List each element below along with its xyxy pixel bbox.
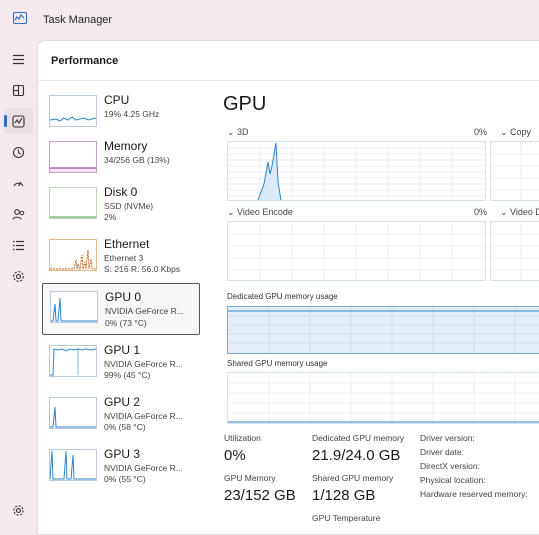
gpu-memory-label: GPU Memory (224, 473, 276, 483)
menu-button[interactable] (4, 46, 33, 72)
task-manager-icon (13, 12, 27, 24)
details-icon (13, 240, 24, 250)
driver-date-label: Driver date: (420, 447, 464, 457)
engine-label: Video Encode (237, 207, 293, 217)
users-button[interactable] (4, 201, 33, 227)
settings-button[interactable] (4, 497, 33, 523)
gpu-detail-title: GPU (223, 93, 267, 115)
sidebar-item-detail: S: 216 R: 56.0 Kbps (104, 264, 181, 274)
sidebar-item-disk-0[interactable]: Disk 0 SSD (NVMe) 2% (42, 183, 200, 227)
sidebar-item-name: Memory (104, 139, 148, 153)
sidebar-item-detail: NVIDIA GeForce R... (104, 411, 183, 421)
sidebar-item-gpu-3[interactable]: GPU 3 NVIDIA GeForce R... 0% (55 °C) (42, 445, 200, 489)
memory-thumbnail-graph (49, 141, 97, 173)
hardware-reserved-memory-label: Hardware reserved memory: (420, 489, 528, 499)
settings-icon (13, 504, 24, 516)
sidebar-item-detail: NVIDIA GeForce R... (104, 359, 183, 369)
dedicated-memory-label: Dedicated GPU memory (312, 433, 405, 443)
cpu-thumbnail-graph (49, 95, 97, 127)
sidebar-item-memory[interactable]: Memory 34/256 GB (13%) (42, 137, 200, 181)
driver-version-label: Driver version: (420, 433, 475, 443)
sidebar-item-detail: 0% (58 °C) (104, 422, 146, 432)
app-history-button[interactable] (4, 139, 33, 165)
sidebar-item-detail: 0% (55 °C) (104, 474, 146, 484)
sidebar-item-name: GPU 2 (104, 395, 141, 409)
sidebar-item-name: GPU 1 (104, 343, 141, 357)
shared-memory-value: 1/128 GB (312, 487, 376, 504)
shared-memory-graph-label: Shared GPU memory usage (227, 359, 328, 368)
sidebar-item-detail: 2% (104, 212, 117, 222)
physical-location-label: Physical location: (420, 475, 486, 485)
engine-video-encode-graph (227, 221, 486, 281)
directx-version-label: DirectX version: (420, 461, 480, 471)
navigation-rail (0, 40, 37, 529)
sidebar-item-name: GPU 0 (105, 290, 142, 304)
dedicated-memory-graph-label: Dedicated GPU memory usage (227, 292, 338, 301)
sidebar-item-name: Ethernet (104, 237, 150, 251)
sidebar-item-detail: 19% 4.25 GHz (104, 109, 160, 119)
gpu-temperature-label: GPU Temperature (312, 513, 381, 523)
engine-copy-graph (490, 141, 539, 201)
ethernet-thumbnail-graph (49, 239, 97, 271)
sidebar-item-detail: 99% (45 °C) (104, 370, 151, 380)
page-title: Performance (51, 55, 119, 67)
gpu-3-thumbnail-graph (49, 449, 97, 481)
disk-thumbnail-graph (49, 187, 97, 219)
shared-memory-label: Shared GPU memory (312, 473, 394, 483)
gpu-memory-value: 23/152 GB (224, 487, 296, 504)
engine-3d-graph (227, 141, 486, 201)
dedicated-memory-value: 21.9/24.0 GB (312, 447, 401, 464)
sidebar-item-detail: 0% (73 °C) (105, 318, 147, 328)
utilization-value: 0% (224, 447, 246, 464)
engine-label: Video D (510, 207, 539, 217)
users-icon (11, 208, 24, 220)
sidebar-item-detail: SSD (NVMe) (104, 201, 154, 211)
engine-label: Copy (510, 127, 532, 137)
sidebar-item-detail: Ethernet 3 (104, 253, 144, 263)
processes-button[interactable] (4, 77, 33, 103)
sidebar-item-detail: NVIDIA GeForce R... (104, 463, 183, 473)
sidebar-item-name: Disk 0 (104, 185, 138, 199)
sidebar-item-cpu[interactable]: CPU 19% 4.25 GHz (42, 91, 200, 135)
engine-copy-dropdown[interactable]: ⌄ Copy (500, 127, 531, 138)
details-button[interactable] (4, 232, 33, 258)
engine-percent: 0% (474, 127, 488, 137)
processes-icon (12, 84, 25, 96)
sidebar-item-gpu-1[interactable]: GPU 1 NVIDIA GeForce R... 99% (45 °C) (42, 341, 200, 385)
sidebar-item-ethernet[interactable]: Ethernet Ethernet 3 S: 216 R: 56.0 Kbps (42, 235, 200, 279)
gpu-1-thumbnail-graph (49, 345, 97, 377)
startup-apps-button[interactable] (4, 170, 33, 196)
engine-percent: 0% (474, 207, 488, 217)
menu-icon (13, 54, 24, 64)
engine-label: 3D (237, 127, 249, 137)
header-divider (38, 80, 539, 81)
performance-icon (12, 114, 25, 128)
engine-video-encode-dropdown[interactable]: ⌄ Video Encode (227, 207, 293, 218)
startup-apps-icon (13, 181, 24, 186)
app-history-icon (12, 146, 25, 158)
sidebar-item-gpu-2[interactable]: GPU 2 NVIDIA GeForce R... 0% (58 °C) (42, 393, 200, 437)
shared-memory-graph (227, 372, 539, 424)
services-icon (13, 270, 24, 282)
gpu-2-thumbnail-graph (49, 397, 97, 429)
dedicated-memory-graph (227, 306, 539, 354)
window-title: Task Manager (43, 14, 113, 26)
sidebar-item-detail: 34/256 GB (13%) (104, 155, 170, 165)
engine-video-decode-dropdown[interactable]: ⌄ Video D (500, 207, 539, 218)
performance-button[interactable] (4, 108, 33, 134)
main-panel: Performance CPU 19% 4.25 GHz Memory 34/2… (37, 40, 539, 535)
engine-video-decode-graph (490, 221, 539, 281)
title-bar: Task Manager (0, 0, 539, 40)
engine-3d-dropdown[interactable]: ⌄ 3D (227, 127, 249, 138)
sidebar-item-detail: NVIDIA GeForce R... (105, 306, 184, 316)
services-button[interactable] (4, 263, 33, 289)
sidebar-item-gpu-0[interactable]: GPU 0 NVIDIA GeForce R... 0% (73 °C) (42, 283, 200, 335)
sidebar-item-name: GPU 3 (104, 447, 141, 461)
gpu-0-thumbnail-graph (50, 291, 98, 323)
utilization-label: Utilization (224, 433, 261, 443)
sidebar-item-name: CPU (104, 93, 130, 107)
